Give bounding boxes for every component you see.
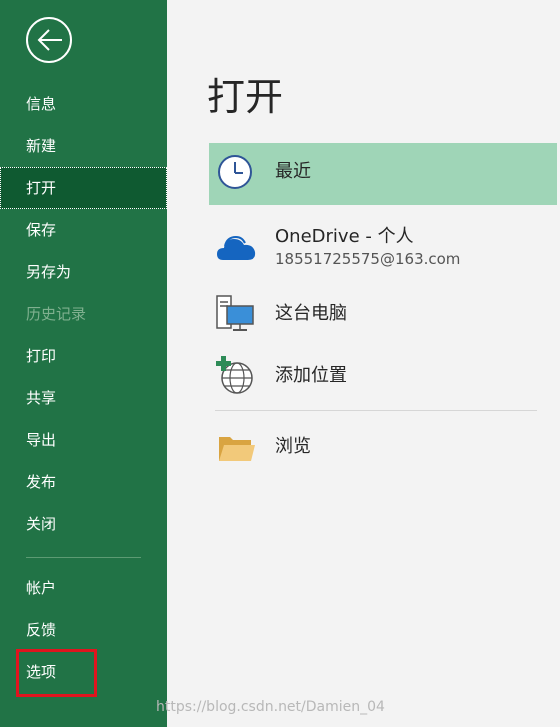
location-add-place[interactable]: 添加位置 bbox=[209, 345, 557, 407]
nav-info[interactable]: 信息 bbox=[0, 83, 167, 125]
location-this-pc[interactable]: 这台电脑 bbox=[209, 283, 557, 345]
nav-save-as[interactable]: 另存为 bbox=[0, 251, 167, 293]
location-add-place-label: 添加位置 bbox=[275, 365, 347, 386]
nav-export[interactable]: 导出 bbox=[0, 419, 167, 461]
nav-save[interactable]: 保存 bbox=[0, 209, 167, 251]
nav-print[interactable]: 打印 bbox=[0, 335, 167, 377]
nav-new[interactable]: 新建 bbox=[0, 125, 167, 167]
location-onedrive[interactable]: OneDrive - 个人 18551725575@163.com bbox=[209, 215, 557, 277]
folder-icon bbox=[219, 437, 255, 461]
watermark: https://blog.csdn.net/Damien_04 bbox=[156, 699, 385, 715]
nav-publish[interactable]: 发布 bbox=[0, 461, 167, 503]
clock-icon bbox=[218, 155, 252, 189]
nav-history: 历史记录 bbox=[26, 305, 87, 323]
location-onedrive-account: 18551725575@163.com bbox=[275, 250, 461, 268]
location-browse[interactable]: 浏览 bbox=[209, 416, 557, 478]
backstage-sidebar: 信息 新建 打开 保存 另存为 历史记录 打印 共享 导出 发布 关闭 帐户 反… bbox=[0, 0, 167, 727]
sidebar-divider bbox=[26, 557, 141, 558]
open-panel: 打开 最近 OneDrive - 个人 18551725575@163.com … bbox=[167, 0, 560, 727]
computer-icon bbox=[216, 295, 254, 331]
onedrive-cloud-icon bbox=[217, 235, 256, 260]
location-browse-label: 浏览 bbox=[275, 436, 311, 457]
nav-account[interactable]: 帐户 bbox=[0, 567, 167, 609]
location-recent[interactable]: 最近 bbox=[209, 143, 557, 205]
location-this-pc-label: 这台电脑 bbox=[275, 303, 347, 324]
back-button[interactable] bbox=[26, 17, 72, 63]
nav-close[interactable]: 关闭 bbox=[0, 503, 167, 545]
nav-feedback[interactable]: 反馈 bbox=[0, 609, 167, 651]
location-recent-label: 最近 bbox=[275, 161, 311, 182]
page-title: 打开 bbox=[207, 75, 284, 119]
options-highlight-box bbox=[16, 649, 97, 697]
add-location-globe-icon bbox=[216, 356, 253, 394]
back-arrow-icon bbox=[37, 29, 62, 51]
nav-share[interactable]: 共享 bbox=[0, 377, 167, 419]
nav-open[interactable]: 打开 bbox=[0, 167, 167, 209]
location-onedrive-label: OneDrive - 个人 bbox=[275, 226, 414, 247]
locations-divider bbox=[215, 410, 537, 411]
